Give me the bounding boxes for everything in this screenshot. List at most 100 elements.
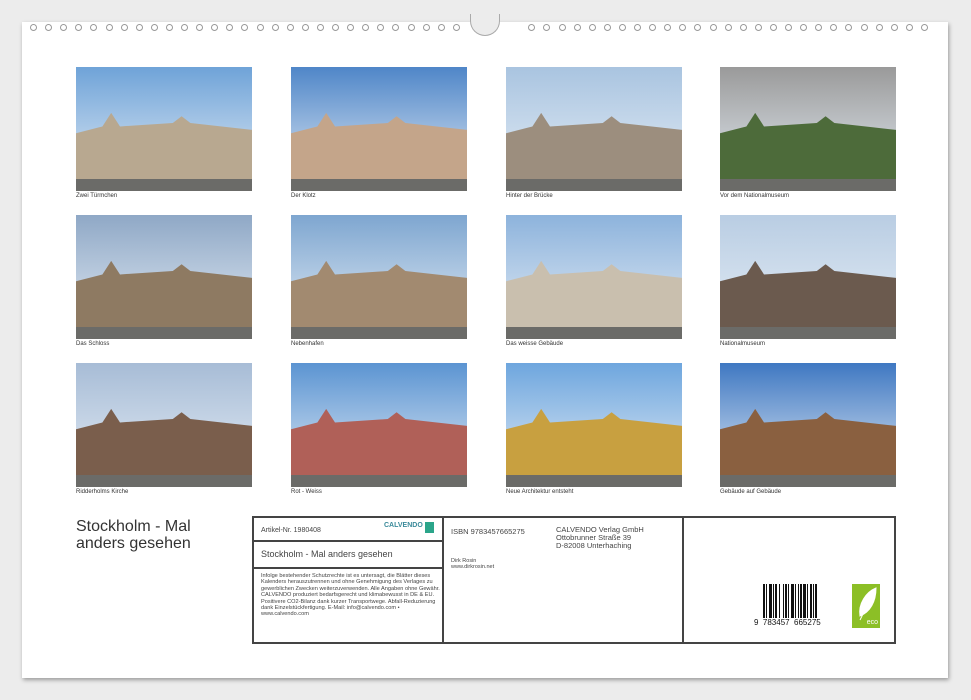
binding-hole [664, 24, 671, 31]
eco-label: eco [867, 619, 878, 626]
binding-hole [634, 24, 641, 31]
calendar-photo [720, 67, 896, 191]
binding-hole [60, 24, 67, 31]
legal-text: Infolge bestehender Schutzrechte ist es … [261, 573, 441, 618]
binding-hole [710, 24, 717, 31]
photo-caption: Vor dem Nationalmuseum [720, 193, 896, 199]
photo-caption: Der Klotz [291, 193, 467, 199]
calendar-photo [291, 363, 467, 487]
binding-hole [830, 24, 837, 31]
photo-caption: Neue Architektur entsteht [506, 489, 682, 495]
binding-hole [755, 24, 762, 31]
article-number: Artikel-Nr. 1980408 [261, 527, 321, 534]
binding-hole [90, 24, 97, 31]
binding-hole [785, 24, 792, 31]
binding-hole [861, 24, 868, 31]
binding-hole [453, 24, 460, 31]
binding-hole [679, 24, 686, 31]
calendar-photo [506, 215, 682, 339]
info-calendar-title: Stockholm - Mal anders gesehen [261, 549, 393, 559]
binding-hole [619, 24, 626, 31]
calendar-title: Stockholm - Mal anders gesehen [76, 518, 191, 552]
photo-caption: Das weisse Gebäude [506, 341, 682, 347]
photo-caption: Nebenhafen [291, 341, 467, 347]
eco-badge: eco [852, 584, 880, 628]
calvendo-logo-icon [425, 522, 434, 533]
publisher-city: D-82008 Unterhaching [556, 542, 644, 550]
photo-caption: Das Schloss [76, 341, 252, 347]
publisher-address: CALVENDO Verlag GmbH Ottobrunner Straße … [556, 526, 644, 550]
calendar-photo [291, 67, 467, 191]
photo-caption: Ridderholms Kirche [76, 489, 252, 495]
divider [254, 540, 442, 542]
calendar-photo [720, 363, 896, 487]
calendar-photo [506, 67, 682, 191]
binding-hole [196, 24, 203, 31]
binding-hole [287, 24, 294, 31]
calendar-photo [291, 215, 467, 339]
isbn: ISBN 9783457665275 [451, 527, 525, 536]
binding-hole [770, 24, 777, 31]
photo-caption: Hinter der Brücke [506, 193, 682, 199]
binding-hole [891, 24, 898, 31]
binding-hole [740, 24, 747, 31]
binding-hole [347, 24, 354, 31]
binding-hole [121, 24, 128, 31]
binding-hole [800, 24, 807, 31]
binding-hole [423, 24, 430, 31]
photo-caption: Gebäude auf Gebäude [720, 489, 896, 495]
barcode [763, 584, 835, 618]
divider [442, 518, 444, 642]
binding-hole [332, 24, 339, 31]
binding-hole [106, 24, 113, 31]
binding-hole [377, 24, 384, 31]
binding-hole [876, 24, 883, 31]
binding-hole [45, 24, 52, 31]
photo-caption: Zwei Türmchen [76, 193, 252, 199]
divider [254, 567, 442, 569]
barcode-number: 9 783457 665275 [754, 618, 821, 627]
binding-hole [151, 24, 158, 31]
binding-hole [528, 24, 535, 31]
binding-hole [211, 24, 218, 31]
binding-hole [589, 24, 596, 31]
binding-hole [257, 24, 264, 31]
binding-hole [694, 24, 701, 31]
binding-hole [574, 24, 581, 31]
binding-hole [604, 24, 611, 31]
binding-hole [408, 24, 415, 31]
binding-hole [30, 24, 37, 31]
binding-hole [649, 24, 656, 31]
binding-hole [725, 24, 732, 31]
binding-hole [241, 24, 248, 31]
calendar-photo [76, 215, 252, 339]
binding-hole [559, 24, 566, 31]
binding-hole [166, 24, 173, 31]
binding-hole [75, 24, 82, 31]
binding-hole [438, 24, 445, 31]
binding-hole [921, 24, 928, 31]
calendar-photo [76, 363, 252, 487]
title-line-2: anders gesehen [76, 535, 191, 552]
divider [682, 518, 684, 642]
binding-hole [362, 24, 369, 31]
calendar-photo [76, 67, 252, 191]
binding-hole [906, 24, 913, 31]
info-box: Artikel-Nr. 1980408 CALVENDO Stockholm -… [252, 516, 896, 644]
binding-hole [317, 24, 324, 31]
binding-hole [136, 24, 143, 31]
calendar-photo [720, 215, 896, 339]
calvendo-logo: CALVENDO [384, 522, 423, 529]
binding-hole [543, 24, 550, 31]
photo-caption: Nationalmuseum [720, 341, 896, 347]
photo-caption: Rot - Weiss [291, 489, 467, 495]
binding-hole [181, 24, 188, 31]
binding-hole [226, 24, 233, 31]
binding-hole [392, 24, 399, 31]
author-website: www.dirkrosin.net [451, 564, 494, 570]
title-line-1: Stockholm - Mal [76, 518, 191, 535]
binding-hole [845, 24, 852, 31]
binding-hole [815, 24, 822, 31]
binding-hole [272, 24, 279, 31]
binding-hole [302, 24, 309, 31]
